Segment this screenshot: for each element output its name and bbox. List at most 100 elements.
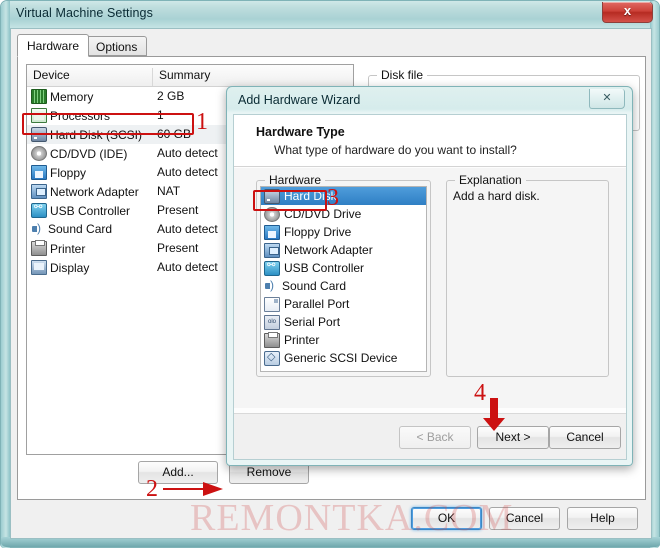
printer-icon — [31, 240, 47, 256]
floppy-icon — [264, 224, 280, 240]
cd-icon — [264, 206, 280, 222]
printer-icon — [264, 331, 280, 348]
annotation-number-3: 3 — [327, 185, 339, 211]
device-cell-summary: Present — [157, 241, 199, 255]
device-label: Memory — [50, 89, 94, 104]
window-title: Virtual Machine Settings — [16, 6, 153, 20]
ok-button[interactable]: OK — [411, 507, 482, 530]
list-item[interactable]: Printer — [261, 331, 426, 349]
help-button[interactable]: Help — [567, 507, 638, 530]
annotation-number-4: 4 — [474, 380, 486, 406]
device-label: Printer — [50, 241, 86, 256]
hdd-icon — [31, 127, 47, 142]
column-header-device[interactable]: Device — [27, 68, 153, 86]
explanation-group-label: Explanation — [455, 173, 526, 187]
device-label: Floppy — [50, 165, 87, 180]
list-item[interactable]: CD/DVD Drive — [261, 205, 426, 223]
tab-hardware[interactable]: Hardware — [17, 34, 90, 57]
list-item-label: Parallel Port — [284, 297, 350, 311]
list-item-label: USB Controller — [284, 261, 365, 275]
sound-icon — [264, 278, 278, 293]
list-item[interactable]: Sound Card — [261, 277, 426, 295]
device-label: USB Controller — [50, 203, 131, 218]
list-item-label: Generic SCSI Device — [284, 351, 398, 365]
annotation-number-2: 2 — [146, 476, 158, 502]
list-item[interactable]: Network Adapter — [261, 241, 426, 259]
device-cell-summary: Present — [157, 203, 199, 217]
parallel-port-icon — [264, 296, 280, 312]
list-item-label: Network Adapter — [284, 243, 373, 257]
device-list-header: Device Summary — [27, 65, 353, 87]
cd-icon — [31, 146, 47, 161]
tab-options[interactable]: Options — [86, 36, 148, 56]
floppy-icon — [31, 165, 47, 180]
add-hardware-wizard-dialog: Add Hardware Wizard ✕ Hardware Type What… — [226, 86, 633, 466]
device-label: Display — [50, 260, 90, 275]
sound-icon — [31, 221, 45, 236]
device-cell-summary: 1 — [157, 108, 164, 122]
wizard-body: Hardware Hard Disk CD/DVD Drive Floppy D… — [234, 168, 626, 408]
device-label: Sound Card — [48, 222, 113, 236]
wizard-cancel-button[interactable]: Cancel — [549, 426, 621, 449]
device-cell-summary: Auto detect — [157, 260, 218, 274]
annotation-number-1: 1 — [196, 109, 208, 135]
device-cell-summary: 2 GB — [157, 89, 185, 103]
list-item-label: Sound Card — [282, 279, 347, 293]
wizard-heading: Hardware Type — [256, 125, 345, 139]
device-cell-summary: 60 GB — [157, 127, 192, 141]
device-cell-name: Hard Disk (SCSI) — [31, 127, 142, 142]
column-header-summary[interactable]: Summary — [153, 68, 353, 86]
cancel-button[interactable]: Cancel — [489, 507, 560, 530]
close-icon: ✕ — [602, 92, 612, 104]
cpu-icon — [31, 108, 47, 123]
device-cell-name: Floppy — [31, 165, 86, 180]
device-cell-name: Processors — [31, 108, 110, 123]
wizard-close-button[interactable]: ✕ — [589, 89, 625, 109]
list-item-label: CD/DVD Drive — [284, 207, 362, 221]
network-icon — [31, 184, 47, 199]
device-label: Network Adapter — [50, 184, 139, 199]
device-cell-name: Display — [31, 260, 89, 275]
network-icon — [264, 242, 280, 258]
list-item[interactable]: USB Controller — [261, 259, 426, 277]
usb-icon — [31, 202, 47, 218]
explanation-text: Add a hard disk. — [453, 189, 540, 203]
next-button[interactable]: Next > — [477, 426, 549, 449]
wizard-header: Hardware Type What type of hardware do y… — [234, 115, 626, 167]
device-cell-summary: Auto detect — [157, 146, 218, 160]
list-item-label: Floppy Drive — [284, 225, 352, 239]
list-item-label: Serial Port — [284, 315, 341, 329]
device-cell-summary: Auto detect — [157, 165, 218, 179]
wizard-title: Add Hardware Wizard — [238, 93, 361, 107]
device-cell-name: Sound Card — [31, 221, 113, 236]
device-cell-name: USB Controller — [31, 202, 131, 218]
device-label: Hard Disk (SCSI) — [50, 127, 143, 142]
back-button[interactable]: < Back — [399, 426, 471, 449]
hardware-type-list[interactable]: Hard Disk CD/DVD Drive Floppy Drive Netw… — [260, 186, 427, 372]
window-left-glass-edge — [1, 1, 10, 548]
list-item[interactable]: Floppy Drive — [261, 223, 426, 241]
device-cell-name: Network Adapter — [31, 184, 139, 199]
hardware-group-label: Hardware — [265, 173, 326, 187]
close-icon: x — [623, 3, 632, 18]
window-titlebar: Virtual Machine Settings x — [1, 1, 660, 28]
device-label: CD/DVD (IDE) — [50, 146, 128, 161]
device-cell-summary: Auto detect — [157, 222, 218, 236]
hardware-group: Hardware Hard Disk CD/DVD Drive Floppy D… — [256, 173, 431, 377]
device-cell-name: Memory — [31, 89, 93, 104]
list-item-label: Printer — [284, 333, 320, 347]
window-close-button[interactable]: x — [602, 2, 653, 23]
list-item[interactable]: Parallel Port — [261, 295, 426, 313]
list-item[interactable]: olo Serial Port — [261, 313, 426, 331]
list-item[interactable]: Generic SCSI Device — [261, 349, 426, 367]
memory-icon — [31, 89, 47, 104]
device-cell-name: CD/DVD (IDE) — [31, 146, 127, 161]
dialog-button-row: OK Cancel Help — [17, 505, 646, 533]
wizard-footer: < Back Next > Cancel — [234, 413, 626, 459]
screenshot-root: Virtual Machine Settings x Hardware Opti… — [0, 0, 660, 548]
hdd-icon — [264, 188, 280, 204]
disk-file-group-label: Disk file — [377, 68, 428, 82]
list-item-hard-disk[interactable]: Hard Disk — [261, 187, 426, 205]
wizard-client-area: Hardware Type What type of hardware do y… — [233, 114, 627, 460]
device-label: Processors — [50, 108, 111, 123]
